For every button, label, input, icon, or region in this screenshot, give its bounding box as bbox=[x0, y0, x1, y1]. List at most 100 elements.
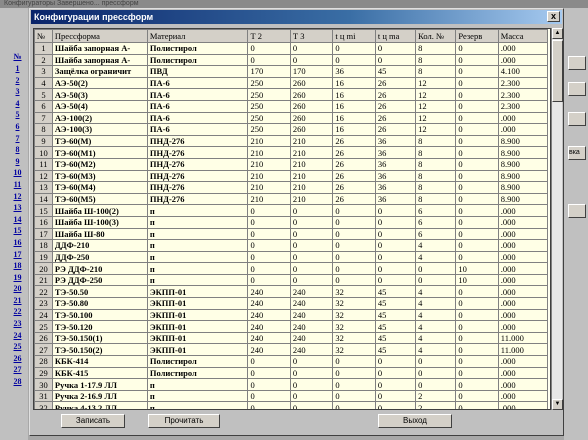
table-cell[interactable]: 26 bbox=[374, 88, 417, 101]
table-cell[interactable]: 26 bbox=[332, 192, 376, 206]
table-cell[interactable]: 2 bbox=[34, 53, 53, 67]
table-cell[interactable]: Шайба Ш-100(2) bbox=[51, 204, 148, 217]
table-cell[interactable]: 36 bbox=[374, 157, 417, 171]
scroll-down-arrow-icon[interactable]: ▼ bbox=[552, 399, 563, 410]
table-cell[interactable]: 0 bbox=[289, 215, 334, 229]
table-cell[interactable]: 23 bbox=[34, 297, 53, 310]
table-cell[interactable]: ПА-6 bbox=[146, 123, 249, 136]
table-cell[interactable]: 32 bbox=[34, 401, 53, 409]
row-number[interactable]: 27 bbox=[9, 364, 26, 376]
table-cell[interactable]: 28 bbox=[34, 355, 53, 368]
table-cell[interactable]: 26 bbox=[374, 111, 417, 125]
table-cell[interactable]: 45 bbox=[374, 343, 417, 357]
table-cell[interactable]: 210 bbox=[247, 169, 291, 183]
table-cell[interactable]: 36 bbox=[374, 146, 417, 159]
table-cell[interactable]: 0 bbox=[455, 169, 499, 183]
table-cell[interactable]: 250 bbox=[247, 123, 291, 136]
table-cell[interactable]: 8.900 bbox=[497, 146, 549, 159]
table-cell[interactable]: 0 bbox=[455, 111, 499, 125]
row-number[interactable]: 14 bbox=[9, 214, 26, 226]
row-number[interactable]: 3 bbox=[9, 86, 26, 98]
table-cell[interactable]: ПА-6 bbox=[146, 111, 249, 125]
table-cell[interactable]: .000 bbox=[497, 111, 549, 125]
row-number[interactable]: 23 bbox=[9, 318, 26, 330]
table-row[interactable]: 26 ТЭ-50.150(1) ЭКПП-01 240 240 32 45 4 0 11.000 bbox=[34, 331, 549, 345]
table-cell[interactable]: 4 bbox=[34, 76, 53, 90]
table-cell[interactable]: 8 bbox=[415, 53, 457, 67]
row-number[interactable]: 13 bbox=[9, 202, 26, 214]
table-cell[interactable]: ДДФ-210 bbox=[51, 239, 148, 252]
table-cell[interactable]: Полистирол bbox=[146, 53, 249, 67]
table-cell[interactable]: 5 bbox=[34, 88, 53, 101]
table-row[interactable]: 22 ТЭ-50.50 ЭКПП-01 240 240 32 45 4 0.000 bbox=[34, 285, 549, 299]
table-cell[interactable]: 0 bbox=[289, 366, 334, 380]
table-cell[interactable]: 12 bbox=[415, 123, 457, 136]
column-header[interactable]: Т 3 bbox=[289, 29, 334, 43]
table-cell[interactable]: 240 bbox=[247, 331, 291, 345]
table-cell[interactable]: ТЭ-60(М4) bbox=[51, 181, 148, 194]
row-number[interactable]: 24 bbox=[9, 330, 26, 342]
table-cell[interactable]: 4 bbox=[415, 308, 457, 322]
table-cell[interactable]: 0 bbox=[374, 378, 417, 391]
table-cell[interactable]: 11.000 bbox=[497, 343, 549, 357]
data-grid[interactable]: № Прессформа Материал Т 2Т 3t ц mi t ц ma Кол… bbox=[33, 28, 551, 410]
table-cell[interactable]: 0 bbox=[455, 227, 499, 241]
table-cell[interactable]: 2.300 bbox=[497, 88, 549, 101]
table-cell[interactable]: 0 bbox=[289, 53, 334, 67]
table-cell[interactable]: ЭКПП-01 bbox=[146, 285, 249, 299]
background-button-1[interactable] bbox=[568, 56, 586, 70]
table-cell[interactable]: 45 bbox=[374, 65, 417, 78]
table-cell[interactable]: 0 bbox=[247, 273, 291, 287]
table-cell[interactable]: 0 bbox=[289, 42, 334, 55]
table-cell[interactable]: 8.900 bbox=[497, 169, 549, 183]
table-cell[interactable]: 0 bbox=[332, 250, 376, 264]
column-header[interactable]: Прессформа bbox=[51, 29, 148, 43]
column-header[interactable]: Кол. № bbox=[415, 29, 457, 43]
table-cell[interactable]: 8 bbox=[415, 169, 457, 183]
table-cell[interactable]: 0 bbox=[415, 262, 457, 275]
table-cell[interactable]: 26 bbox=[374, 123, 417, 136]
table-cell[interactable]: 260 bbox=[289, 99, 334, 113]
table-cell[interactable]: 26 bbox=[332, 146, 376, 159]
table-cell[interactable]: 240 bbox=[289, 331, 334, 345]
table-cell[interactable]: 0 bbox=[374, 273, 417, 287]
table-cell[interactable]: 32 bbox=[332, 308, 376, 322]
table-cell[interactable]: ПНД-276 bbox=[146, 192, 249, 206]
row-number[interactable]: 16 bbox=[9, 237, 26, 249]
table-cell[interactable]: 0 bbox=[455, 65, 499, 78]
table-cell[interactable]: 260 bbox=[289, 88, 334, 101]
table-cell[interactable]: п bbox=[146, 389, 249, 403]
table-cell[interactable]: ТЭ-50.100 bbox=[51, 308, 148, 322]
table-cell[interactable]: 26 bbox=[332, 169, 376, 183]
table-cell[interactable]: 12 bbox=[415, 88, 457, 101]
table-row[interactable]: 19 ДДФ-250 п 0 0 0 0 4 0.000 bbox=[34, 250, 549, 264]
table-row[interactable]: 8 АЭ-100(3) ПА-6 250 260 16 26 12 0.000 bbox=[34, 123, 549, 136]
table-cell[interactable]: 210 bbox=[247, 134, 291, 148]
table-cell[interactable]: 0 bbox=[332, 366, 376, 380]
column-header[interactable]: Материал bbox=[146, 29, 249, 43]
table-cell[interactable]: 0 bbox=[247, 42, 291, 55]
table-cell[interactable]: 0 bbox=[374, 239, 417, 252]
table-row[interactable]: 23 ТЭ-50.80 ЭКПП-01 240 240 32 45 4 0.000 bbox=[34, 297, 549, 310]
row-number[interactable]: 21 bbox=[9, 295, 26, 307]
table-cell[interactable]: 7 bbox=[34, 111, 53, 125]
table-cell[interactable]: 240 bbox=[289, 308, 334, 322]
table-cell[interactable]: 0 bbox=[455, 285, 499, 299]
table-cell[interactable]: ДДФ-250 bbox=[51, 250, 148, 264]
table-cell[interactable]: Ручка 4-13.2 ЛЛ bbox=[51, 401, 148, 409]
table-cell[interactable]: АЭ-50(4) bbox=[51, 99, 148, 113]
table-cell[interactable]: 0 bbox=[374, 250, 417, 264]
table-cell[interactable]: 26 bbox=[332, 157, 376, 171]
row-number[interactable]: 25 bbox=[9, 341, 26, 353]
table-cell[interactable]: .000 bbox=[497, 53, 549, 67]
table-cell[interactable]: 36 bbox=[374, 192, 417, 206]
table-cell[interactable]: ТЭ-50.80 bbox=[51, 297, 148, 310]
table-cell[interactable]: 22 bbox=[34, 285, 53, 299]
table-cell[interactable]: 240 bbox=[289, 320, 334, 333]
table-cell[interactable]: 0 bbox=[374, 355, 417, 368]
table-cell[interactable]: 8 bbox=[34, 123, 53, 136]
table-cell[interactable]: ТЭ-50.50 bbox=[51, 285, 148, 299]
row-number[interactable]: 11 bbox=[9, 179, 26, 191]
table-cell[interactable]: 8.900 bbox=[497, 157, 549, 171]
table-cell[interactable]: РЭ ДДФ-210 bbox=[51, 262, 148, 275]
